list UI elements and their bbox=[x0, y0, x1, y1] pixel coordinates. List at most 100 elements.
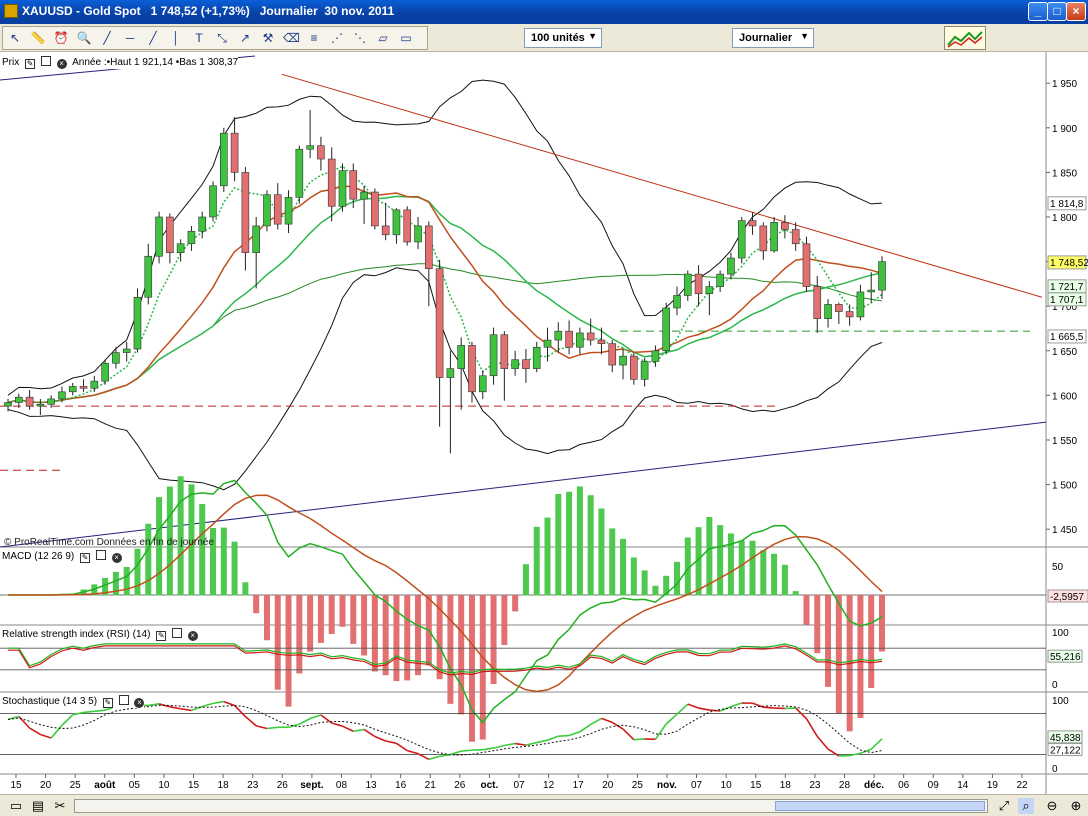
zoom-in-icon[interactable]: ⊕ bbox=[1068, 798, 1084, 814]
cursor-icon[interactable]: ↖ bbox=[7, 30, 23, 46]
stoch-k-segment bbox=[255, 725, 268, 730]
horizontal-scrollbar[interactable] bbox=[74, 799, 988, 813]
vertical-line-icon[interactable]: │ bbox=[168, 30, 184, 46]
close-icon[interactable]: × bbox=[56, 59, 67, 69]
wrench-icon[interactable]: ✎ bbox=[80, 553, 91, 563]
stoch-k-segment bbox=[298, 717, 311, 725]
date-tick-label: 06 bbox=[898, 780, 910, 791]
gann-icon[interactable]: ⋱ bbox=[352, 30, 368, 46]
scissors-icon[interactable]: ✂ bbox=[52, 798, 68, 814]
fan-icon[interactable]: ⋰ bbox=[329, 30, 345, 46]
period-select[interactable]: Journalier ▼ bbox=[732, 28, 814, 48]
stoch-k-segment bbox=[590, 717, 602, 726]
stoch-label: Stochastique (14 3 5) bbox=[2, 696, 98, 707]
candle-body bbox=[835, 304, 843, 312]
units-select[interactable]: 100 unités ▼ bbox=[524, 28, 602, 48]
close-icon[interactable]: × bbox=[187, 631, 198, 641]
tool-group: ↖ 📏 ⏰ 🔍 ╱ ─ ╱ │ T ⤡ ↗ ⚒ ⌫ ≡ ⋰ ⋱ ▱ ▭ bbox=[2, 26, 428, 50]
eraser-icon[interactable]: ⌫ bbox=[283, 30, 300, 46]
print-icon[interactable]: ▤ bbox=[30, 798, 46, 814]
price-tick-label: 1 950 bbox=[1052, 79, 1077, 90]
window-icon[interactable] bbox=[118, 695, 129, 705]
wrench-icon[interactable]: ✎ bbox=[102, 698, 113, 708]
candle-body bbox=[748, 220, 757, 227]
date-tick-label: déc. bbox=[864, 780, 884, 791]
scroll-thumb[interactable] bbox=[775, 801, 985, 811]
stoch-k-segment bbox=[816, 735, 829, 750]
ruler-icon[interactable]: 📏 bbox=[30, 30, 46, 46]
stoch-k-segment bbox=[676, 703, 689, 715]
chart-area[interactable]: 1 9501 9001 8501 8001 7501 7001 6501 600… bbox=[0, 52, 1088, 794]
window-icon[interactable] bbox=[171, 628, 182, 638]
date-tick-label: 16 bbox=[395, 780, 407, 791]
fibonacci-icon[interactable]: ≡ bbox=[306, 30, 322, 46]
text-icon[interactable]: T bbox=[191, 30, 207, 46]
window-icon[interactable] bbox=[40, 56, 51, 66]
minimize-button[interactable]: _ bbox=[1028, 2, 1048, 21]
candle-body bbox=[133, 296, 142, 350]
expand-icon[interactable]: ⤡ bbox=[214, 30, 230, 46]
candle-body bbox=[14, 396, 23, 403]
price-tag-label: 1 665,5 bbox=[1050, 332, 1084, 343]
candle-body bbox=[209, 185, 217, 218]
macd-label: MACD (12 26 9) bbox=[2, 551, 75, 562]
stoch-k-segment bbox=[719, 705, 732, 712]
close-icon[interactable]: × bbox=[111, 553, 122, 563]
price-tick-label: 1 900 bbox=[1052, 124, 1077, 135]
macd-histogram-bar bbox=[576, 486, 583, 596]
arrow-icon[interactable]: ↗ bbox=[237, 30, 253, 46]
horizontal-line-icon[interactable]: ─ bbox=[122, 30, 138, 46]
wrench-icon[interactable]: ✎ bbox=[25, 59, 36, 69]
wrench-icon[interactable]: ✎ bbox=[156, 631, 167, 641]
date-tick-label: 20 bbox=[40, 780, 52, 791]
channel-icon[interactable]: ▱ bbox=[375, 30, 391, 46]
candle-body bbox=[673, 295, 681, 309]
window-icon[interactable] bbox=[95, 550, 106, 560]
candle-body bbox=[554, 330, 563, 341]
zoom-icon[interactable]: 🔍 bbox=[76, 30, 92, 46]
macd-histogram-bar bbox=[738, 540, 745, 596]
candle-body bbox=[273, 194, 282, 225]
macd-histogram-bar bbox=[749, 540, 756, 596]
macd-histogram-bar bbox=[857, 595, 864, 719]
close-icon[interactable]: × bbox=[134, 698, 145, 708]
candle-body bbox=[532, 346, 541, 369]
rsi-signal-line bbox=[8, 645, 883, 676]
stoch-k-segment bbox=[622, 728, 635, 741]
stoch-k-segment bbox=[461, 749, 473, 752]
chart-canvas[interactable]: 1 9501 9001 8501 8001 7501 7001 6501 600… bbox=[0, 52, 1088, 794]
macd-histogram-bar bbox=[803, 595, 810, 625]
trendline-icon[interactable]: ╱ bbox=[145, 30, 161, 46]
stoch-k-segment bbox=[827, 748, 840, 757]
macd-histogram-bar bbox=[587, 495, 594, 596]
date-tick-label: 26 bbox=[277, 780, 289, 791]
stoch-k-segment bbox=[212, 700, 224, 705]
stoch-k-segment bbox=[169, 706, 181, 710]
date-tick-label: nov. bbox=[657, 780, 677, 791]
price-tick-label: 1 600 bbox=[1052, 391, 1077, 402]
close-button[interactable]: × bbox=[1066, 2, 1086, 21]
alarm-icon[interactable]: ⏰ bbox=[53, 30, 69, 46]
stoch-k-segment bbox=[244, 715, 257, 727]
zoom-select-icon[interactable]: ⌕ bbox=[1018, 798, 1034, 814]
candle-body bbox=[381, 225, 390, 236]
measure-icon[interactable]: ⚒ bbox=[260, 30, 276, 46]
macd-histogram-bar bbox=[879, 595, 885, 652]
fit-chart-icon[interactable]: ⤢ bbox=[996, 798, 1012, 814]
stoch-panel-label: Stochastique (14 3 5) ✎ × bbox=[2, 695, 145, 708]
stoch-k-segment bbox=[83, 710, 95, 714]
candle-body bbox=[824, 304, 832, 319]
stoch-k-segment bbox=[536, 739, 548, 744]
maximize-button[interactable]: □ bbox=[1047, 2, 1067, 21]
line-icon[interactable]: ╱ bbox=[99, 30, 115, 46]
candle-body bbox=[166, 216, 174, 253]
indicator-chart-button[interactable] bbox=[944, 26, 986, 50]
candle-body bbox=[198, 216, 207, 232]
candle-body bbox=[619, 355, 627, 366]
macd-histogram-bar bbox=[868, 595, 875, 688]
zoom-out-icon[interactable]: ⊖ bbox=[1044, 798, 1060, 814]
candle-body bbox=[586, 332, 595, 341]
stoch-k-segment bbox=[309, 714, 322, 720]
rectangle-icon[interactable]: ▭ bbox=[398, 30, 414, 46]
save-icon[interactable]: ▭ bbox=[8, 798, 24, 814]
